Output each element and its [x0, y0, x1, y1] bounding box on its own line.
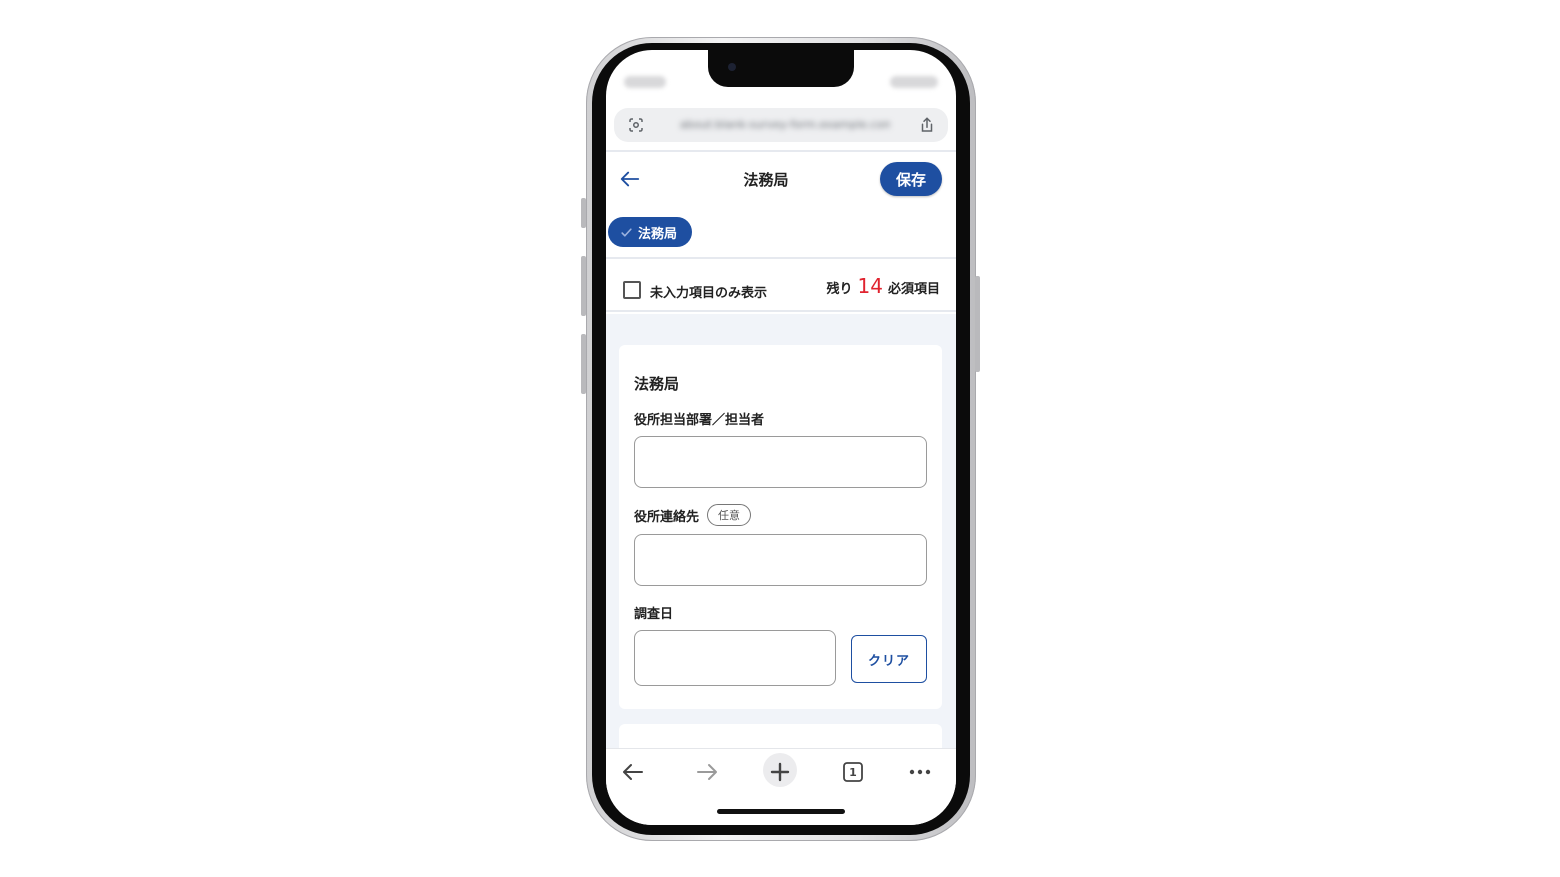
share-icon[interactable] — [918, 115, 936, 135]
header-divider — [606, 150, 956, 152]
forward-arrow-icon[interactable] — [695, 760, 719, 784]
phone-screen: about:blank-survey-form.example.com 法務局 … — [606, 50, 956, 825]
field-label-contact: 役所連絡先 任意 — [634, 504, 752, 526]
url-bar[interactable]: about:blank-survey-form.example.com — [614, 108, 948, 142]
toolbar-new-tab[interactable] — [767, 759, 793, 785]
toolbar-more[interactable] — [907, 759, 933, 785]
field-label-department: 役所担当部署／担当者 — [634, 409, 764, 428]
survey-date-input[interactable] — [634, 630, 836, 686]
clear-button[interactable]: クリア — [851, 635, 927, 683]
notch — [708, 50, 854, 87]
plus-icon[interactable] — [768, 760, 792, 784]
remaining-suffix: 必須項目 — [887, 282, 940, 297]
department-input[interactable] — [634, 436, 927, 488]
unfilled-only-checkbox[interactable] — [623, 281, 641, 299]
home-indicator[interactable] — [717, 809, 845, 814]
remaining-required-indicator: 残り 14 必須項目 — [827, 274, 940, 298]
phone-side-button-volume-up — [581, 256, 586, 316]
filter-row: 未入力項目のみ表示 残り 14 必須項目 — [606, 260, 956, 312]
remaining-count: 14 — [857, 274, 883, 298]
phone-side-button-silent — [581, 198, 586, 228]
field-label-department-text: 役所担当部署／担当者 — [634, 413, 765, 428]
optional-badge: 任意 — [707, 504, 752, 526]
toolbar-forward[interactable] — [694, 759, 720, 785]
url-text[interactable]: about:blank-survey-form.example.com — [680, 118, 890, 132]
remaining-prefix: 残り — [826, 282, 853, 297]
more-icon[interactable] — [907, 759, 933, 785]
unfilled-only-label[interactable]: 未入力項目のみ表示 — [650, 282, 767, 301]
phone-side-button-power — [975, 276, 980, 372]
chip-label: 法務局 — [638, 226, 678, 242]
toolbar-back[interactable] — [620, 759, 646, 785]
form-card: 法務局 役所担当部署／担当者 役所連絡先 任意 調査日 クリア — [619, 345, 942, 709]
page-title: 法務局 — [743, 171, 789, 189]
section-title: 法務局 — [634, 375, 680, 393]
filter-divider — [606, 310, 956, 312]
section-chip[interactable]: 法務局 — [608, 217, 692, 247]
check-icon — [621, 227, 632, 237]
save-button[interactable]: 保存 — [880, 162, 942, 196]
phone-side-button-volume-down — [581, 334, 586, 394]
toolbar-tabs[interactable]: 1 — [840, 759, 866, 785]
field-label-contact-text: 役所連絡先 — [634, 509, 700, 525]
contact-input[interactable] — [634, 534, 927, 586]
field-label-survey-date-text: 調査日 — [634, 607, 674, 622]
status-icons — [890, 76, 938, 88]
chip-divider — [606, 257, 956, 259]
field-label-survey-date: 調査日 — [634, 603, 673, 622]
lens-icon[interactable] — [627, 116, 645, 134]
camera-icon — [728, 63, 736, 71]
tab-count: 1 — [849, 765, 857, 779]
status-time — [624, 76, 666, 88]
back-arrow-icon[interactable] — [621, 760, 645, 784]
